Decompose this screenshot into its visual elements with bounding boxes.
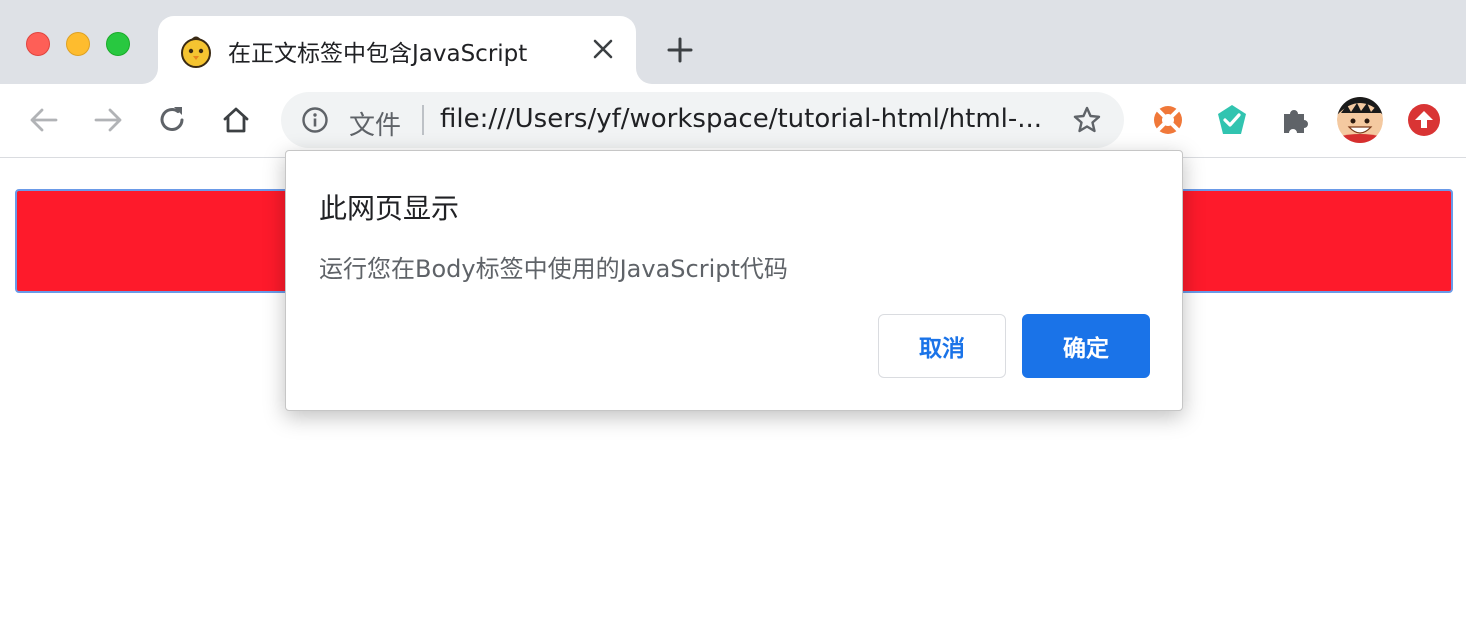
cancel-button[interactable]: 取消 xyxy=(878,314,1006,378)
alert-dialog: 此网页显示 运行您在Body标签中使用的JavaScript代码 取消 确定 xyxy=(285,150,1183,411)
dialog-title: 此网页显示 xyxy=(319,192,460,225)
back-arrow-icon[interactable] xyxy=(26,102,62,138)
info-icon[interactable] xyxy=(301,106,329,134)
active-tab[interactable]: 在正文标签中包含JavaScript xyxy=(158,16,636,84)
lifebuoy-icon[interactable] xyxy=(1150,102,1186,138)
profile-avatar-icon xyxy=(1337,97,1383,143)
window-minimize-button[interactable] xyxy=(66,32,90,56)
new-tab-plus-icon[interactable] xyxy=(664,34,696,66)
tab-title: 在正文标签中包含JavaScript xyxy=(228,41,528,67)
tab-close-icon[interactable] xyxy=(590,36,616,62)
dialog-message: 运行您在Body标签中使用的JavaScript代码 xyxy=(319,255,788,283)
upload-arrow-icon[interactable] xyxy=(1406,102,1442,138)
chick-favicon-icon xyxy=(181,36,211,68)
window-close-button[interactable] xyxy=(26,32,50,56)
avatar[interactable] xyxy=(1337,97,1383,143)
address-bar[interactable]: 文件 file:///Users/yf/workspace/tutorial-h… xyxy=(281,92,1124,148)
window-maximize-button[interactable] xyxy=(106,32,130,56)
tab-strip: 在正文标签中包含JavaScript xyxy=(0,0,1466,84)
reload-icon[interactable] xyxy=(154,102,190,138)
puzzle-icon[interactable] xyxy=(1278,102,1314,138)
bookmark-star-icon[interactable] xyxy=(1071,104,1103,136)
check-shield-icon[interactable] xyxy=(1214,102,1250,138)
url-text[interactable]: file:///Users/yf/workspace/tutorial-html… xyxy=(440,104,1042,134)
chip-divider xyxy=(422,105,424,135)
home-icon[interactable] xyxy=(218,102,254,138)
file-chip-label: 文件 xyxy=(349,111,402,141)
browser-toolbar: 文件 file:///Users/yf/workspace/tutorial-h… xyxy=(0,84,1466,158)
forward-arrow-icon[interactable] xyxy=(90,102,126,138)
ok-button[interactable]: 确定 xyxy=(1022,314,1150,378)
